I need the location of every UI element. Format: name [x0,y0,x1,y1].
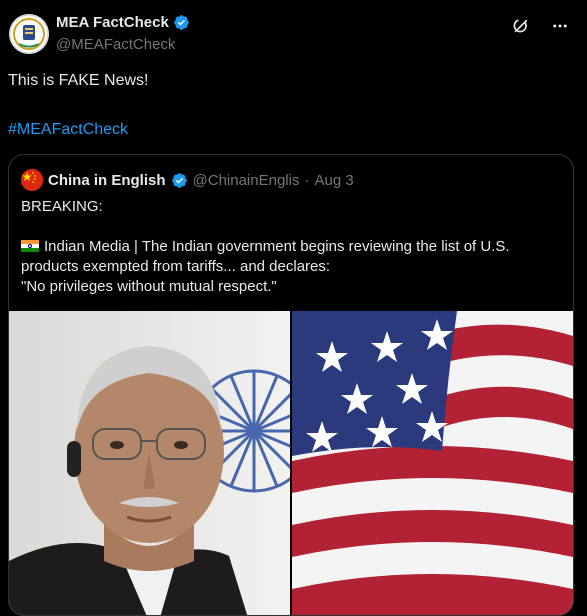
quoted-text: BREAKING: Indian Media | The Indian gove… [21,197,557,297]
official-portrait-photo[interactable] [9,311,290,615]
tweet-text: This is FAKE News! [8,72,149,89]
author-name[interactable]: MEA FactCheck [56,14,190,31]
quoted-text-line1: BREAKING: [21,198,103,215]
quoted-text-line3: "No privileges without mutual respect." [21,278,277,295]
meta-separator: · [304,171,310,189]
grok-icon[interactable] [511,16,531,36]
india-flag-icon [21,240,39,252]
avatar[interactable] [9,14,49,54]
verified-badge-icon [171,172,187,188]
author-handle[interactable]: @MEAFactCheck [56,36,175,53]
verified-badge-icon [174,15,189,30]
more-dots-icon[interactable] [551,17,569,35]
quoted-author-name[interactable]: China in English [48,172,166,189]
china-flag-icon[interactable] [21,169,43,191]
mea-emblem-logo-icon [9,14,49,54]
author-name-text: MEA FactCheck [56,14,169,31]
quoted-tweet[interactable]: China in English @ChinainEnglis · Aug 3 … [8,154,574,616]
us-flag-photo[interactable] [292,311,573,615]
quoted-text-line2: Indian Media | The Indian government beg… [21,238,510,275]
hashtag-link[interactable]: #MEAFactCheck [8,121,128,139]
quoted-author-handle[interactable]: @ChinainEnglis [193,172,300,189]
quoted-date[interactable]: Aug 3 [314,172,353,189]
